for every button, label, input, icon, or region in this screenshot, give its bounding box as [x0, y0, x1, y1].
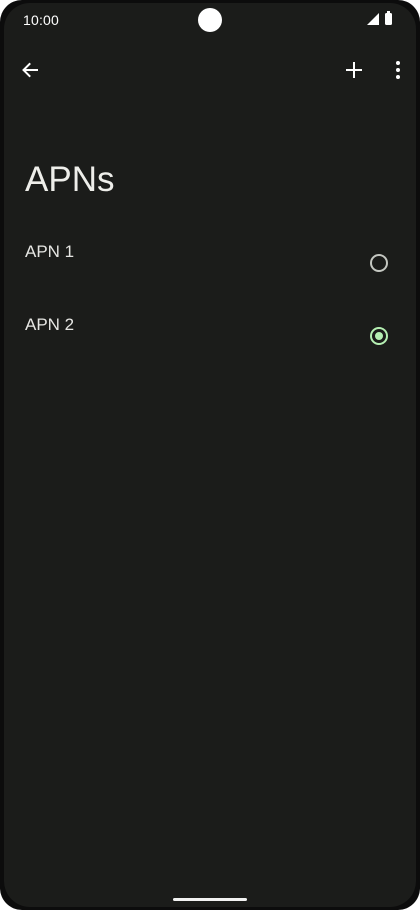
apn-item-label: APN 1: [25, 242, 75, 261]
status-time: 10:00: [23, 12, 60, 28]
signal-icon: [367, 13, 379, 25]
battery-icon: [385, 11, 392, 25]
device-frame: 10:00 APNs APN 1 APN 2: [0, 0, 420, 910]
status-icons: [367, 11, 392, 25]
more-vert-icon: [396, 61, 400, 79]
apn-item-1[interactable]: APN 1: [4, 225, 416, 297]
add-icon: [346, 62, 362, 78]
add-apn-button[interactable]: [334, 50, 374, 90]
camera-cutout: [198, 8, 222, 32]
gesture-nav-bar[interactable]: [173, 898, 247, 901]
page-title: APNs: [25, 160, 115, 199]
more-options-button[interactable]: [378, 50, 416, 90]
apn-radio-2[interactable]: [370, 327, 388, 345]
apn-item-2[interactable]: APN 2: [4, 298, 416, 370]
screen: 10:00 APNs APN 1 APN 2: [4, 3, 416, 907]
apn-item-label: APN 2: [25, 315, 75, 334]
arrow-back-icon: [22, 62, 38, 78]
back-button[interactable]: [10, 50, 50, 90]
apn-radio-1[interactable]: [370, 254, 388, 272]
